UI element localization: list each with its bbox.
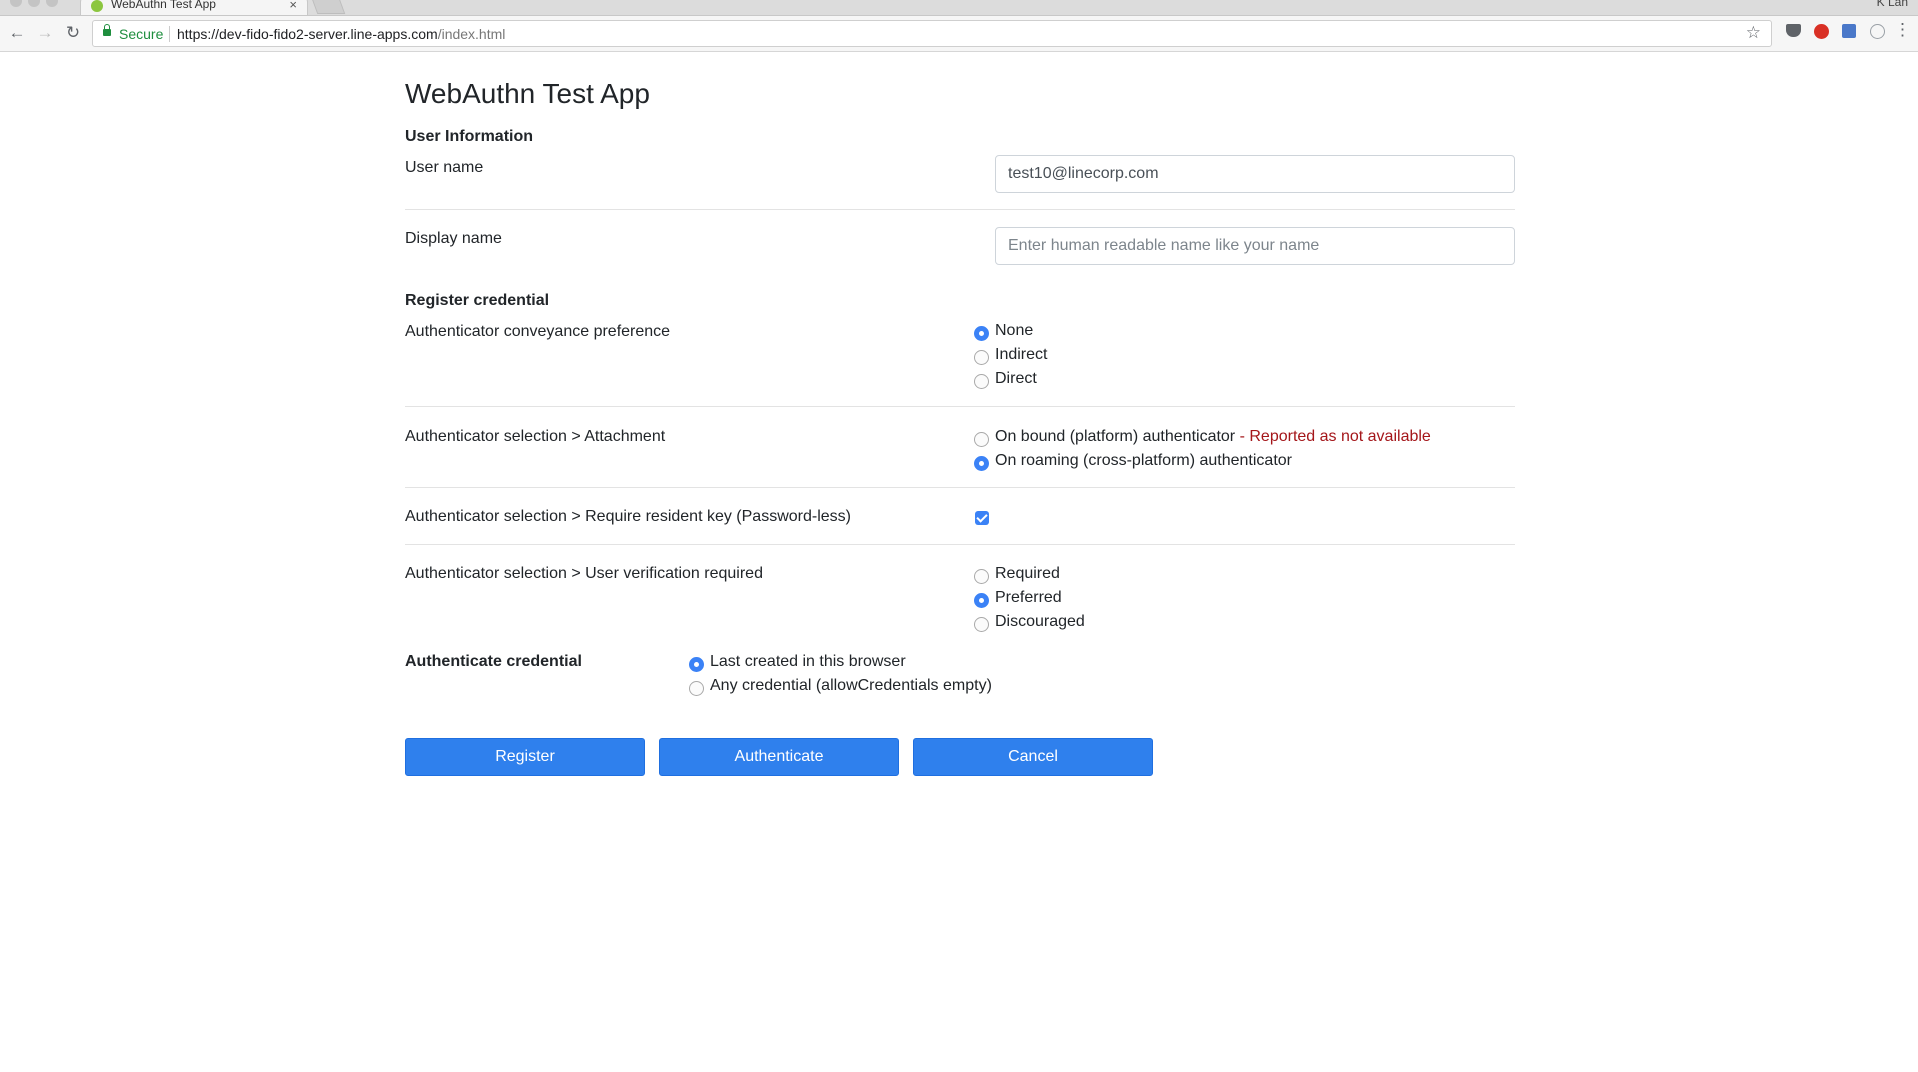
radio-selected-icon[interactable] (974, 326, 989, 341)
display-name-label: Display name (405, 230, 502, 247)
address-divider (169, 26, 170, 42)
radio-selected-icon[interactable] (974, 593, 989, 608)
row-divider (405, 487, 1515, 488)
user-name-label: User name (405, 159, 484, 176)
window-close-control[interactable] (10, 0, 22, 7)
resident-key-label: Authenticator selection > Require reside… (405, 508, 851, 525)
radio-selected-icon[interactable] (689, 657, 704, 672)
option-label: Any credential (allowCredentials empty) (710, 677, 992, 694)
row-divider (405, 544, 1515, 545)
info-extension-icon[interactable] (1870, 24, 1885, 39)
conveyance-label: Authenticator conveyance preference (405, 323, 671, 340)
radio-selected-icon[interactable] (974, 456, 989, 471)
radio-icon[interactable] (974, 569, 989, 584)
user-information-heading: User Information (405, 128, 534, 145)
new-tab-button[interactable] (310, 0, 346, 14)
display-name-input[interactable] (995, 227, 1515, 265)
url-path: /index.html (437, 26, 506, 42)
option-label: On bound (platform) authenticator - Repo… (995, 428, 1431, 446)
menu-icon[interactable]: ⋮ (1894, 21, 1911, 38)
radio-icon[interactable] (974, 617, 989, 632)
option-label: On roaming (cross-platform) authenticato… (995, 452, 1292, 469)
radio-icon[interactable] (974, 374, 989, 389)
window-minimize-control[interactable] (28, 0, 40, 7)
cancel-button[interactable]: Cancel (913, 738, 1153, 776)
security-indicator[interactable]: Secure (119, 26, 163, 42)
lock-icon (103, 24, 111, 36)
browser-tab-active[interactable]: WebAuthn Test App × (80, 0, 308, 15)
reload-icon[interactable]: ↻ (62, 22, 84, 44)
platform-unavailable-warning: - Reported as not available (1235, 428, 1431, 445)
option-label: None (995, 322, 1034, 339)
tab-close-icon[interactable]: × (289, 0, 297, 12)
option-label: Required (995, 565, 1060, 582)
option-label: Discouraged (995, 613, 1085, 630)
row-divider (405, 406, 1515, 407)
back-icon[interactable]: ← (6, 22, 28, 44)
forward-icon[interactable]: → (34, 22, 56, 44)
address-bar[interactable]: Secure https://dev-fido-fido2-server.lin… (92, 20, 1772, 47)
url-host: https://dev-fido-fido2-server.line-apps.… (177, 26, 438, 42)
url-text[interactable]: https://dev-fido-fido2-server.line-apps.… (177, 26, 505, 42)
tab-title: WebAuthn Test App (111, 0, 216, 11)
register-button[interactable]: Register (405, 738, 645, 776)
radio-icon[interactable] (974, 350, 989, 365)
bookmark-star-icon[interactable]: ☆ (1746, 23, 1761, 43)
browser-toolbar: ← → ↻ Secure https://dev-fido-fido2-serv… (0, 16, 1918, 52)
option-label: Last created in this browser (710, 653, 906, 670)
register-credential-heading: Register credential (405, 292, 550, 309)
translate-extension-icon[interactable] (1842, 24, 1856, 38)
profile-name[interactable]: K Lan (1877, 0, 1908, 9)
page-title: WebAuthn Test App (405, 78, 650, 109)
blocker-extension-icon[interactable] (1814, 24, 1829, 39)
browser-tabstrip: WebAuthn Test App × K Lan (0, 0, 1918, 16)
window-zoom-control[interactable] (46, 0, 58, 7)
user-verification-label: Authenticator selection > User verificat… (405, 565, 763, 582)
user-name-input[interactable] (995, 155, 1515, 193)
option-label: Indirect (995, 346, 1048, 363)
platform-option-text: On bound (platform) authenticator (995, 428, 1236, 445)
row-divider (405, 209, 1515, 210)
resident-key-checkbox[interactable] (975, 511, 989, 525)
option-label: Direct (995, 370, 1037, 387)
radio-icon[interactable] (689, 681, 704, 696)
attachment-label: Authenticator selection > Attachment (405, 428, 666, 445)
authenticate-button[interactable]: Authenticate (659, 738, 899, 776)
pocket-extension-icon[interactable] (1786, 24, 1801, 37)
authenticate-credential-heading: Authenticate credential (405, 653, 582, 670)
favicon-icon (91, 0, 103, 12)
option-label: Preferred (995, 589, 1062, 606)
radio-icon[interactable] (974, 432, 989, 447)
